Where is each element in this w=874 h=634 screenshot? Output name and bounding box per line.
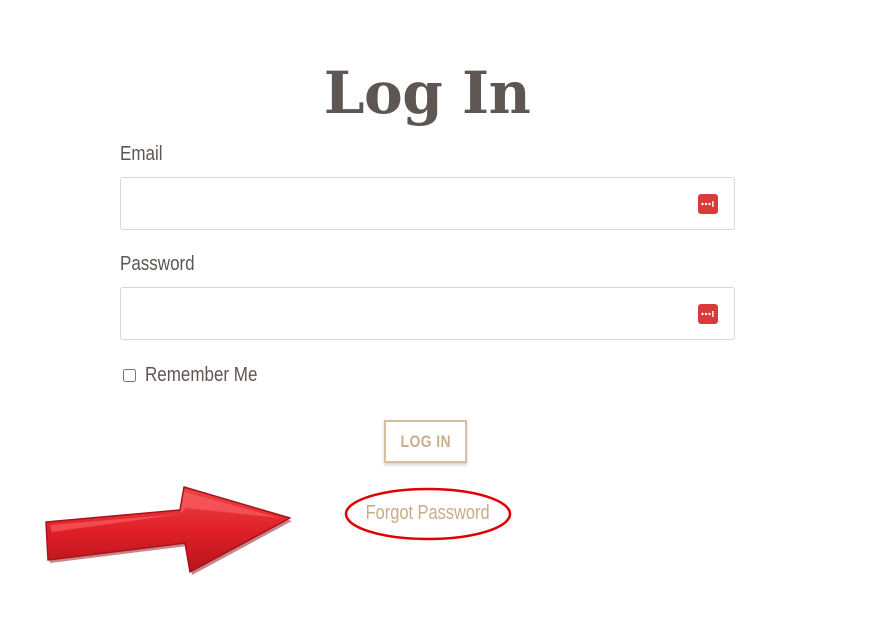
red-arrow-icon xyxy=(45,486,292,575)
remember-me-checkbox[interactable] xyxy=(123,369,136,382)
forgot-password-label: Forgot Password xyxy=(366,502,490,524)
password-label: Password xyxy=(120,253,195,275)
password-field-container[interactable] xyxy=(120,287,735,340)
password-field[interactable] xyxy=(121,288,705,337)
page-title: Log In xyxy=(323,59,531,127)
remember-me-row: Remember Me xyxy=(123,364,277,387)
password-manager-icon-glyph xyxy=(701,201,714,207)
login-page: Log In Email Password Remember Me LOG IN… xyxy=(0,0,874,634)
password-manager-icon[interactable] xyxy=(698,304,718,324)
email-field[interactable] xyxy=(121,178,705,227)
password-manager-icon[interactable] xyxy=(698,194,718,214)
password-manager-icon-glyph xyxy=(701,311,714,317)
login-button[interactable]: LOG IN xyxy=(384,420,467,463)
remember-me-label[interactable]: Remember Me xyxy=(145,364,257,387)
forgot-password-link[interactable]: Forgot Password xyxy=(346,502,510,525)
email-label: Email xyxy=(120,143,163,165)
login-button-label: LOG IN xyxy=(400,431,451,451)
email-field-container[interactable] xyxy=(120,177,735,230)
